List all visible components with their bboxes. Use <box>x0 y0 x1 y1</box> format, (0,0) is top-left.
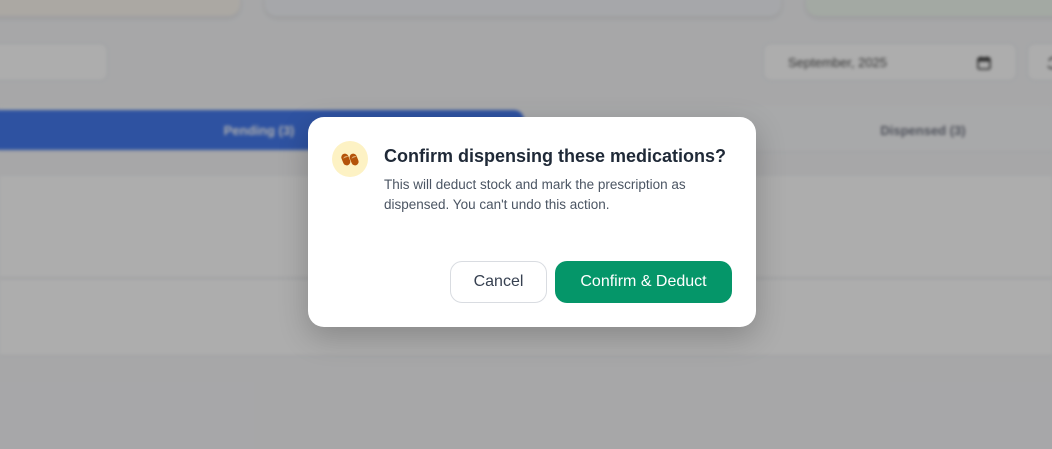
cancel-button[interactable]: Cancel <box>450 261 547 303</box>
dialog-message: This will deduct stock and mark the pres… <box>384 177 686 212</box>
confirm-deduct-button[interactable]: Confirm & Deduct <box>555 261 732 303</box>
page: September, 2025 Pending (3) Dispensed (3… <box>0 0 1052 449</box>
dialog-title: Confirm dispensing these medications? <box>384 146 727 166</box>
confirm-dispense-dialog: Confirm dispensing these medications? Th… <box>308 117 756 327</box>
pills-icon <box>332 141 368 177</box>
